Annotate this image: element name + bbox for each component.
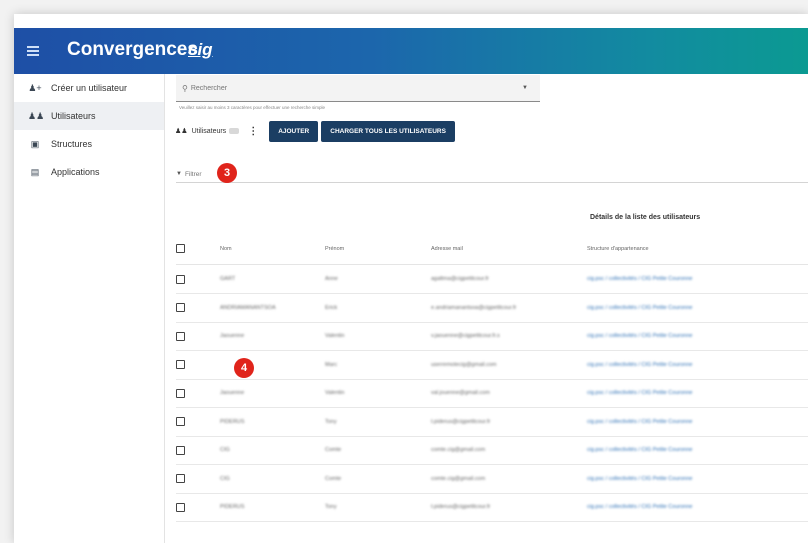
- more-options-icon[interactable]: ⋮: [248, 126, 258, 137]
- table-header: Nom Prénom Adresse mail Structure d'appa…: [176, 233, 808, 265]
- cell-structure[interactable]: cig.psc / collectivités / CIG Petite Cou…: [587, 333, 692, 339]
- sidebar-item-create-user[interactable]: ♟+ Créer un utilisateur: [14, 74, 164, 102]
- filter-bar: ▼: [176, 166, 808, 183]
- select-all-checkbox[interactable]: [176, 244, 185, 253]
- callout-badge-4: 4: [234, 358, 254, 378]
- cell-prenom: Tony: [325, 504, 337, 510]
- column-header-structure[interactable]: Structure d'appartenance: [587, 246, 649, 252]
- users-label: Utilisateurs: [191, 127, 227, 135]
- add-button[interactable]: AJOUTER: [269, 120, 319, 142]
- row-checkbox[interactable]: [176, 274, 185, 284]
- cell-prenom: Tony: [325, 418, 337, 425]
- sidebar: ♟+ Créer un utilisateur ♟♟ Utilisateurs …: [14, 74, 165, 543]
- cell-nom: CIG: [220, 475, 230, 482]
- row-checkbox[interactable]: [176, 388, 185, 398]
- cell-email: e.andriamanantsoa@cigpetitcour.fr: [431, 304, 517, 311]
- cell-nom: CIG: [220, 447, 230, 453]
- filter-icon: ▼: [176, 171, 182, 177]
- sidebar-item-structures[interactable]: ▣ Structures: [14, 130, 164, 158]
- load-all-users-button[interactable]: CHARGER TOUS LES UTILISATEURS: [321, 120, 455, 142]
- building-icon: ▣: [30, 138, 40, 149]
- add-user-icon: ♟+: [28, 82, 42, 93]
- sidebar-item-applications[interactable]: ▤ Applications: [14, 158, 164, 186]
- cell-structure[interactable]: cig.psc / collectivités / CIG Petite Cou…: [587, 419, 692, 425]
- table-row[interactable]: GART Anne agaltma@cigpetitcour.fr cig.psc /…: [176, 265, 808, 294]
- cell-nom: ANDRIAMANANTSOA: [220, 304, 276, 311]
- cell-nom: PIDERUS: [220, 418, 245, 425]
- app-window: Convergences cig ♟+ Créer un utilisateur…: [14, 14, 808, 543]
- cell-email: comte.cig@gmail.com: [431, 447, 486, 453]
- main-content: ⚲ ▼ Veuillez saisir au moins 3 caractère…: [165, 74, 808, 543]
- table-row[interactable]: ANDRIAMANANTSOA Erick e.andriamanantsoa@ci…: [176, 294, 808, 323]
- cell-prenom: Valentin: [325, 390, 345, 396]
- row-checkbox[interactable]: [176, 360, 185, 369]
- sidebar-item-label: Utilisateurs: [51, 111, 96, 121]
- table-row[interactable]: PIDERUS Tony t.piderus@cigpetitcour.fr cig.…: [176, 493, 808, 522]
- sidebar-item-users[interactable]: ♟♟ Utilisateurs: [14, 102, 164, 130]
- row-checkbox[interactable]: [176, 303, 185, 312]
- sidebar-item-label: Créer un utilisateur: [51, 83, 128, 93]
- users-count-badge: [229, 128, 240, 134]
- window-icon: ▤: [30, 166, 40, 177]
- table-row[interactable]: CIG Comte comte.cig@gmail.com cig.psc / col…: [176, 465, 808, 494]
- search-input[interactable]: [187, 84, 523, 92]
- table-row[interactable]: Jaouenne Valentin val.jouenne@gmail.com cig…: [176, 379, 808, 408]
- column-header-email[interactable]: Adresse mail: [431, 246, 463, 252]
- table-row[interactable]: Jaouenne Valentin v.jaouenne@cigpetitcour.…: [176, 322, 808, 351]
- cell-email: agaltma@cigpetitcour.fr: [431, 276, 489, 282]
- cell-structure[interactable]: cig.psc / collectivités / CIG Petite Cou…: [587, 305, 692, 311]
- sidebar-item-label: Applications: [51, 167, 100, 177]
- cell-structure[interactable]: cig.psc / collectivités / CIG Petite Cou…: [587, 447, 692, 453]
- cell-email: t.piderus@cigpetitcour.fr: [431, 418, 491, 425]
- callout-badge-3: 3: [217, 163, 237, 183]
- table-row[interactable]: PIDERUS Tony t.piderus@cigpetitcour.fr cig.…: [176, 408, 808, 437]
- cell-prenom: Marc: [325, 361, 338, 368]
- users-icon: ♟♟: [175, 128, 188, 135]
- cell-email: userremotecig@gmail.com: [431, 361, 497, 368]
- cell-email: comte.cig@gmail.com: [431, 475, 486, 482]
- dropdown-arrow-icon[interactable]: ▼: [522, 85, 528, 91]
- row-checkbox[interactable]: [176, 474, 185, 483]
- filter-input[interactable]: [184, 170, 335, 178]
- cell-prenom: Erick: [325, 304, 338, 311]
- app-title: Convergences: [67, 39, 198, 60]
- details-title: Détails de la liste des utilisateurs: [590, 214, 701, 221]
- table-row[interactable]: Marc userremotecig@gmail.com cig.psc / col…: [176, 351, 808, 380]
- hamburger-menu-icon[interactable]: [27, 46, 39, 56]
- cell-structure[interactable]: cig.psc / collectivités / CIG Petite Cou…: [587, 504, 692, 510]
- row-checkbox[interactable]: [176, 445, 185, 455]
- column-header-nom[interactable]: Nom: [220, 246, 232, 252]
- row-checkbox[interactable]: [176, 417, 185, 426]
- cell-email: t.piderus@cigpetitcour.fr: [431, 504, 491, 510]
- row-checkbox[interactable]: [176, 331, 185, 341]
- cell-prenom: Anne: [325, 276, 338, 282]
- cell-nom: Jaouenne: [220, 333, 245, 339]
- cell-structure[interactable]: cig.psc / collectivités / CIG Petite Cou…: [587, 390, 692, 396]
- cell-nom: GART: [220, 276, 236, 282]
- cell-nom: Jaouenne: [220, 390, 245, 396]
- table-row[interactable]: CIG Comte comte.cig@gmail.com cig.psc / col…: [176, 436, 808, 465]
- column-header-prenom[interactable]: Prénom: [325, 246, 344, 252]
- users-icon: ♟♟: [28, 110, 45, 121]
- cell-email: val.jouenne@gmail.com: [431, 390, 490, 396]
- users-toolbar: ♟♟ Utilisateurs ⋮ AJOUTER CHARGER TOUS L…: [175, 120, 458, 142]
- cell-email: v.jaouenne@cigpetitcour.fr.s: [431, 333, 500, 339]
- cell-structure[interactable]: cig.psc / collectivités / CIG Petite Cou…: [587, 276, 692, 282]
- cell-prenom: Valentin: [325, 333, 345, 339]
- cig-logo: cig: [188, 40, 213, 59]
- cell-prenom: Comte: [325, 447, 342, 453]
- cell-structure[interactable]: cig.psc / collectivités / CIG Petite Cou…: [587, 476, 692, 482]
- cell-prenom: Comte: [325, 475, 342, 482]
- search-bar[interactable]: ⚲ ▼: [176, 75, 540, 102]
- row-checkbox[interactable]: [176, 502, 185, 512]
- search-hint: Veuillez saisir au moins 3 caractères po…: [179, 105, 325, 110]
- sidebar-item-label: Structures: [51, 139, 93, 149]
- cell-structure[interactable]: cig.psc / collectivités / CIG Petite Cou…: [587, 362, 692, 368]
- top-bar: Convergences cig: [14, 28, 808, 74]
- cell-nom: PIDERUS: [220, 504, 245, 510]
